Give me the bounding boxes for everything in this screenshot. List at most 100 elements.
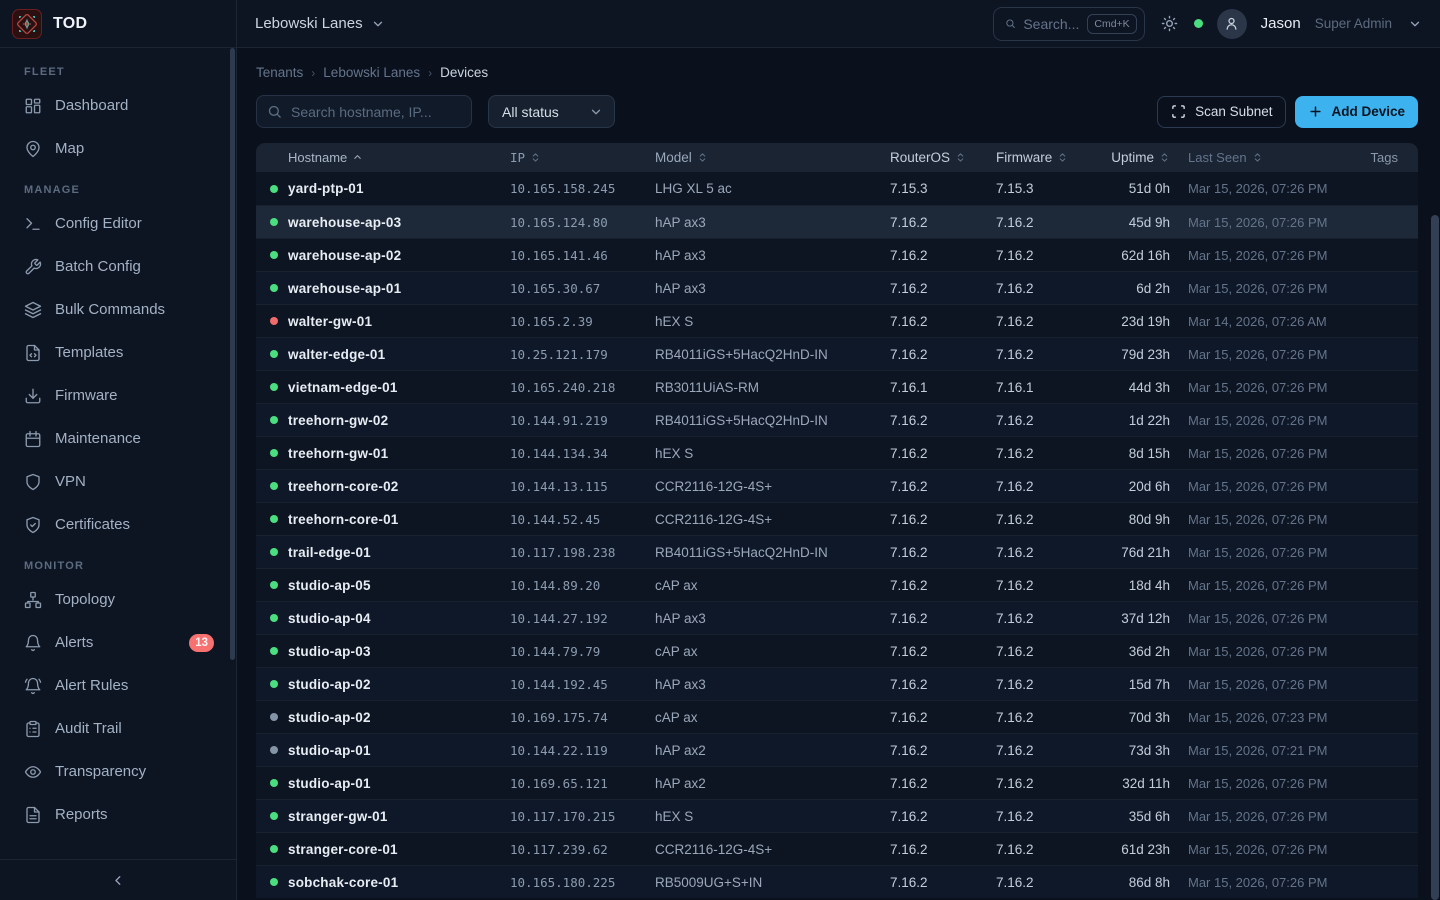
device-uptime: 73d 3h bbox=[1094, 743, 1170, 758]
column-header-uptime[interactable]: Uptime bbox=[1111, 150, 1170, 165]
sidebar-item-certificates[interactable]: Certificates bbox=[0, 503, 228, 546]
device-status-dot bbox=[270, 812, 278, 820]
sidebar-item-dashboard[interactable]: Dashboard bbox=[0, 84, 228, 127]
table-row[interactable]: studio-ap-02 10.169.175.74 cAP ax 7.16.2… bbox=[256, 700, 1418, 733]
sidebar-collapse-button[interactable] bbox=[111, 873, 126, 888]
sidebar-item-audit-trail[interactable]: Audit Trail bbox=[0, 707, 228, 750]
sidebar-item-map[interactable]: Map bbox=[0, 127, 228, 170]
tenant-selector[interactable]: Lebowski Lanes bbox=[255, 15, 385, 32]
sidebar-item-alert-rules[interactable]: Alert Rules bbox=[0, 664, 228, 707]
table-row[interactable]: warehouse-ap-02 10.165.141.46 hAP ax3 7.… bbox=[256, 238, 1418, 271]
sidebar-item-alerts[interactable]: Alerts13 bbox=[0, 621, 228, 664]
table-row[interactable]: treehorn-gw-02 10.144.91.219 RB4011iGS+5… bbox=[256, 403, 1418, 436]
device-routeros: 7.16.1 bbox=[884, 380, 990, 395]
sidebar-item-firmware[interactable]: Firmware bbox=[0, 374, 228, 417]
table-row[interactable]: studio-ap-03 10.144.79.79 cAP ax 7.16.2 … bbox=[256, 634, 1418, 667]
table-row[interactable]: studio-ap-05 10.144.89.20 cAP ax 7.16.2 … bbox=[256, 568, 1418, 601]
user-menu-button[interactable] bbox=[1406, 15, 1424, 33]
user-avatar[interactable] bbox=[1217, 9, 1247, 39]
bell-icon bbox=[24, 634, 42, 652]
device-hostname: warehouse-ap-01 bbox=[288, 281, 502, 296]
sidebar-item-transparency[interactable]: Transparency bbox=[0, 750, 228, 793]
table-row[interactable]: warehouse-ap-01 10.165.30.67 hAP ax3 7.1… bbox=[256, 271, 1418, 304]
table-row[interactable]: walter-edge-01 10.25.121.179 RB4011iGS+5… bbox=[256, 337, 1418, 370]
page-scrollbar[interactable] bbox=[1431, 215, 1439, 900]
device-model: hAP ax2 bbox=[648, 743, 884, 758]
table-row[interactable]: trail-edge-01 10.117.198.238 RB4011iGS+5… bbox=[256, 535, 1418, 568]
device-firmware: 7.16.2 bbox=[990, 644, 1094, 659]
theme-toggle-button[interactable] bbox=[1159, 13, 1180, 34]
column-label: Uptime bbox=[1111, 150, 1154, 165]
device-last-seen: Mar 15, 2026, 07:26 PM bbox=[1170, 545, 1338, 560]
breadcrumb-tenants[interactable]: Tenants bbox=[256, 65, 303, 80]
device-hostname: warehouse-ap-03 bbox=[288, 215, 502, 230]
table-row[interactable]: studio-ap-01 10.144.22.119 hAP ax2 7.16.… bbox=[256, 733, 1418, 766]
sidebar-item-vpn[interactable]: VPN bbox=[0, 460, 228, 503]
device-model: CCR2116-12G-4S+ bbox=[648, 842, 884, 857]
table-row[interactable]: stranger-gw-01 10.117.170.215 hEX S 7.16… bbox=[256, 799, 1418, 832]
table-row[interactable]: stranger-core-01 10.117.239.62 CCR2116-1… bbox=[256, 832, 1418, 865]
table-row[interactable]: sobchak-core-01 10.165.180.225 RB5009UG+… bbox=[256, 865, 1418, 898]
table-row[interactable]: warehouse-ap-03 10.165.124.80 hAP ax3 7.… bbox=[256, 205, 1418, 238]
main-content: Tenants › Lebowski Lanes › Devices Searc… bbox=[237, 48, 1440, 900]
connection-status-dot bbox=[1194, 19, 1203, 28]
scan-subnet-button[interactable]: Scan Subnet bbox=[1157, 96, 1286, 128]
table-row[interactable]: walter-gw-01 10.165.2.39 hEX S 7.16.2 7.… bbox=[256, 304, 1418, 337]
device-hostname: treehorn-core-02 bbox=[288, 479, 502, 494]
device-routeros: 7.16.2 bbox=[884, 611, 990, 626]
table-row[interactable]: studio-ap-04 10.144.27.192 hAP ax3 7.16.… bbox=[256, 601, 1418, 634]
device-ip: 10.144.192.45 bbox=[502, 677, 648, 692]
sidebar-scrollbar[interactable] bbox=[230, 48, 235, 660]
sidebar-item-config-editor[interactable]: Config Editor bbox=[0, 202, 228, 245]
tenant-selector-label: Lebowski Lanes bbox=[255, 15, 363, 32]
device-status-dot bbox=[270, 350, 278, 358]
sidebar-item-maintenance[interactable]: Maintenance bbox=[0, 417, 228, 460]
device-firmware: 7.16.2 bbox=[990, 446, 1094, 461]
sort-icon bbox=[1159, 152, 1170, 163]
column-header-firmware[interactable]: Firmware bbox=[996, 150, 1068, 165]
device-firmware: 7.16.2 bbox=[990, 248, 1094, 263]
brand: TOD bbox=[0, 0, 237, 47]
sidebar-item-templates[interactable]: Templates bbox=[0, 331, 228, 374]
device-ip: 10.144.89.20 bbox=[502, 578, 648, 593]
column-header-last-seen[interactable]: Last Seen bbox=[1188, 150, 1263, 165]
sort-icon bbox=[697, 152, 708, 163]
device-uptime: 37d 12h bbox=[1094, 611, 1170, 626]
device-status-dot bbox=[270, 482, 278, 490]
device-hostname: studio-ap-01 bbox=[288, 776, 502, 791]
device-uptime: 36d 2h bbox=[1094, 644, 1170, 659]
device-last-seen: Mar 15, 2026, 07:26 PM bbox=[1170, 809, 1338, 824]
table-row[interactable]: yard-ptp-01 10.165.158.245 LHG XL 5 ac 7… bbox=[256, 172, 1418, 205]
search-icon bbox=[267, 104, 282, 119]
table-row[interactable]: treehorn-core-01 10.144.52.45 CCR2116-12… bbox=[256, 502, 1418, 535]
device-status-dot bbox=[270, 680, 278, 688]
column-header-routeros[interactable]: RouterOS bbox=[890, 150, 966, 165]
column-header-hostname[interactable]: Hostname bbox=[288, 150, 363, 165]
sidebar-item-batch-config[interactable]: Batch Config bbox=[0, 245, 228, 288]
device-last-seen: Mar 15, 2026, 07:21 PM bbox=[1170, 743, 1338, 758]
table-row[interactable]: studio-ap-02 10.144.192.45 hAP ax3 7.16.… bbox=[256, 667, 1418, 700]
column-header-ip[interactable]: IP bbox=[510, 150, 541, 165]
table-row[interactable]: studio-ap-01 10.169.65.121 hAP ax2 7.16.… bbox=[256, 766, 1418, 799]
add-device-button[interactable]: Add Device bbox=[1295, 96, 1418, 128]
device-routeros: 7.16.2 bbox=[884, 710, 990, 725]
breadcrumb-tenant-name[interactable]: Lebowski Lanes bbox=[323, 65, 420, 80]
device-ip: 10.117.198.238 bbox=[502, 545, 648, 560]
download-icon bbox=[24, 387, 42, 405]
device-search-input[interactable]: Search hostname, IP... bbox=[256, 95, 472, 128]
sidebar-item-bulk-commands[interactable]: Bulk Commands bbox=[0, 288, 228, 331]
device-routeros: 7.16.2 bbox=[884, 512, 990, 527]
table-row[interactable]: treehorn-gw-01 10.144.134.34 hEX S 7.16.… bbox=[256, 436, 1418, 469]
column-header-model[interactable]: Model bbox=[655, 150, 708, 165]
device-firmware: 7.16.2 bbox=[990, 809, 1094, 824]
device-ip: 10.165.30.67 bbox=[502, 281, 648, 296]
sidebar-item-topology[interactable]: Topology bbox=[0, 578, 228, 621]
device-routeros: 7.16.2 bbox=[884, 677, 990, 692]
status-filter-select[interactable]: All status bbox=[488, 95, 615, 128]
nav-section-label: MONITOR bbox=[0, 546, 228, 578]
sidebar-item-reports[interactable]: Reports bbox=[0, 793, 228, 836]
table-row[interactable]: vietnam-edge-01 10.165.240.218 RB3011UiA… bbox=[256, 370, 1418, 403]
device-hostname: studio-ap-05 bbox=[288, 578, 502, 593]
global-search-input[interactable]: Search... Cmd+K bbox=[993, 7, 1145, 41]
table-row[interactable]: treehorn-core-02 10.144.13.115 CCR2116-1… bbox=[256, 469, 1418, 502]
